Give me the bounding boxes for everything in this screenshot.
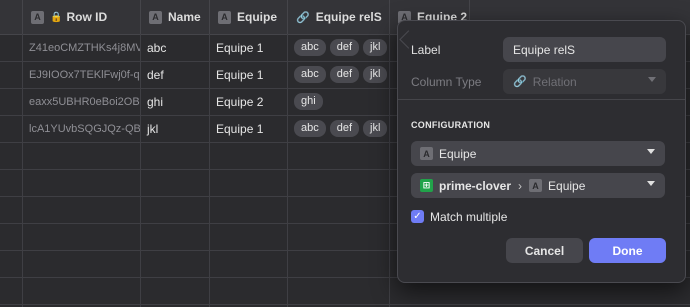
- column-header-name[interactable]: A Name: [141, 0, 210, 34]
- spreadsheet-icon: ⊞: [420, 179, 433, 192]
- cell-equipe[interactable]: Equipe 1: [210, 115, 288, 142]
- relation-icon: 🔗: [513, 76, 527, 88]
- relation-chip: jkl: [363, 120, 388, 137]
- cell-equipe-rels[interactable]: abc def jkl: [288, 61, 390, 88]
- text-type-icon: A: [420, 147, 433, 160]
- cell-name[interactable]: def: [141, 61, 210, 88]
- relation-icon: 🔗: [296, 11, 310, 24]
- source-column-select[interactable]: A Equipe: [411, 141, 665, 166]
- relation-chip: abc: [294, 120, 326, 137]
- cell-equipe-rels[interactable]: abc def jkl: [288, 115, 390, 142]
- row-number-header: [0, 0, 23, 34]
- match-multiple-checkbox[interactable]: ✓: [411, 210, 424, 223]
- row-number: [0, 34, 23, 61]
- relation-chip: def: [329, 39, 360, 56]
- cell-equipe[interactable]: Equipe 2: [210, 88, 288, 115]
- chevron-down-icon: [648, 77, 656, 82]
- relation-chip: def: [329, 120, 360, 137]
- relation-chip: jkl: [363, 39, 388, 56]
- cell-equipe[interactable]: Equipe 1: [210, 34, 288, 61]
- cell-rowid[interactable]: Z41eoCMZTHKs4j8MVC: [23, 34, 141, 61]
- column-type-label: Column Type: [411, 75, 482, 89]
- label-field-label: Label: [411, 43, 441, 57]
- text-type-icon: A: [218, 10, 231, 24]
- relation-chip: ghi: [294, 93, 323, 110]
- chevron-down-icon: [647, 149, 655, 154]
- column-config-popover: Label Equipe relS Column Type 🔗 Relation…: [397, 20, 686, 283]
- row-number: [0, 61, 23, 88]
- relation-chip: jkl: [363, 66, 388, 83]
- relation-chip: abc: [294, 39, 326, 56]
- cell-name[interactable]: jkl: [141, 115, 210, 142]
- text-type-icon: A: [149, 10, 162, 24]
- relation-chip: abc: [294, 66, 326, 83]
- cancel-button[interactable]: Cancel: [506, 238, 583, 263]
- divider: [398, 99, 685, 100]
- column-header-equipe[interactable]: A Equipe: [210, 0, 288, 34]
- cell-rowid[interactable]: eaxx5UBHR0eBoi2OBZbQ: [23, 88, 141, 115]
- cell-rowid[interactable]: EJ9IOOx7TEKlFwj0f-q.hA: [23, 61, 141, 88]
- section-title: CONFIGURATION: [411, 120, 491, 130]
- cell-name[interactable]: ghi: [141, 88, 210, 115]
- column-header-equipe-rels[interactable]: 🔗 Equipe relS: [288, 0, 390, 34]
- cell-equipe-rels[interactable]: abc def jkl: [288, 34, 390, 61]
- chevron-right-icon: ›: [518, 178, 523, 193]
- target-column-select[interactable]: ⊞ prime-clover › A Equipe: [411, 173, 665, 198]
- text-type-icon: A: [529, 179, 543, 192]
- cell-equipe-rels[interactable]: ghi: [288, 88, 390, 115]
- cell-rowid[interactable]: lcA1YUvbSQGJQz-QBsEI: [23, 115, 141, 142]
- cell-equipe[interactable]: Equipe 1: [210, 61, 288, 88]
- text-type-icon: A: [31, 10, 44, 24]
- label-input[interactable]: Equipe relS: [503, 37, 666, 62]
- match-multiple-label[interactable]: Match multiple: [430, 210, 507, 224]
- column-type-select[interactable]: 🔗 Relation: [503, 69, 666, 94]
- done-button[interactable]: Done: [589, 238, 666, 263]
- row-number: [0, 88, 23, 115]
- lock-icon: 🔒: [50, 11, 63, 23]
- cell-name[interactable]: abc: [141, 34, 210, 61]
- row-number: [0, 115, 23, 142]
- relation-chip: def: [329, 66, 360, 83]
- column-header-rowid[interactable]: A 🔒 Row ID: [23, 0, 141, 34]
- chevron-down-icon: [647, 181, 655, 186]
